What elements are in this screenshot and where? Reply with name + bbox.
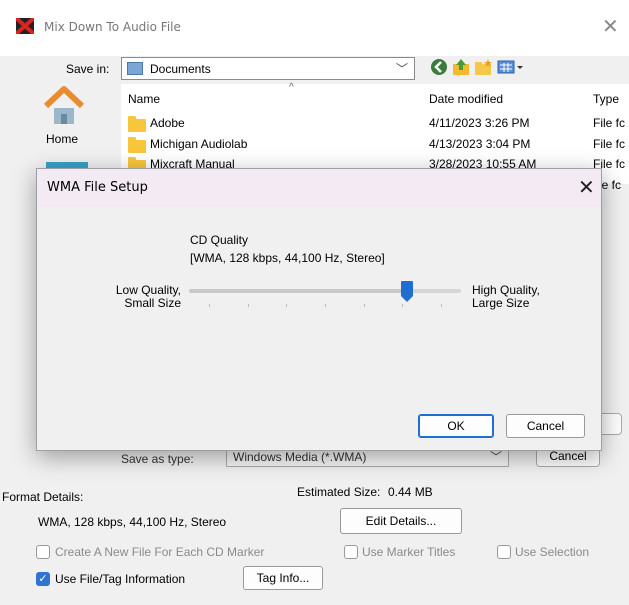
use-marker-titles-checkbox[interactable] <box>344 545 358 559</box>
column-header-name[interactable]: Name <box>128 92 160 106</box>
sort-ascending-icon: ^ <box>289 82 294 93</box>
wma-title-bar: WMA File Setup ✕ <box>37 169 601 207</box>
format-details-label: Format Details: <box>2 490 84 504</box>
new-file-per-marker-checkbox[interactable] <box>36 545 50 559</box>
file-date: 4/13/2023 3:04 PM <box>429 137 531 151</box>
high-quality-label: High Quality, Large Size <box>472 283 540 310</box>
tag-info-button[interactable]: Tag Info... <box>243 566 323 590</box>
wma-cancel-button[interactable]: Cancel <box>506 414 585 438</box>
up-folder-icon[interactable] <box>452 58 470 76</box>
folder-icon <box>128 116 146 132</box>
window-title: Mix Down To Audio File <box>44 20 181 34</box>
quality-description: [WMA, 128 kbps, 44,100 Hz, Stereo] <box>190 251 385 265</box>
estimated-size-label: Estimated Size: <box>297 485 381 499</box>
estimated-size-value: 0.44 MB <box>388 485 433 499</box>
documents-folder-icon <box>127 62 143 75</box>
quality-slider-thumb[interactable] <box>400 281 413 303</box>
save-in-label: Save in: <box>66 62 110 76</box>
save-as-type-label: Save as type: <box>121 452 194 466</box>
quality-slider-fill <box>189 289 407 293</box>
folder-icon <box>128 137 146 153</box>
wma-dialog-title: WMA File Setup <box>47 180 148 195</box>
use-marker-titles-label[interactable]: Use Marker Titles <box>362 545 455 559</box>
ok-button[interactable]: OK <box>418 414 494 438</box>
use-file-tag-info-label[interactable]: Use File/Tag Information <box>55 572 185 586</box>
use-file-tag-info-checkbox[interactable]: ✓ <box>36 572 50 586</box>
wma-file-setup-dialog: WMA File Setup ✕ CD Quality [WMA, 128 kb… <box>36 168 602 451</box>
slider-tick <box>247 304 249 307</box>
save-in-combo[interactable]: Documents ﹀ <box>121 57 415 80</box>
slider-tick <box>363 304 365 307</box>
slider-tick <box>402 304 404 307</box>
format-details-value: WMA, 128 kbps, 44,100 Hz, Stereo <box>38 515 227 529</box>
use-selection-checkbox[interactable] <box>497 545 511 559</box>
file-name: Michigan Audiolab <box>150 137 248 151</box>
slider-tick <box>209 304 210 307</box>
wma-close-button[interactable]: ✕ <box>578 175 595 199</box>
file-type: File fc <box>593 116 626 130</box>
close-button[interactable]: ✕ <box>602 14 619 38</box>
file-date: 4/11/2023 3:26 PM <box>429 116 530 130</box>
view-menu-icon[interactable] <box>497 58 525 76</box>
new-file-per-marker-label[interactable]: Create A New File For Each CD Marker <box>55 545 264 559</box>
file-type-partial: le fc <box>599 178 622 192</box>
file-name: Adobe <box>150 116 185 130</box>
back-icon[interactable] <box>430 58 448 76</box>
slider-tick <box>325 304 326 307</box>
use-selection-label[interactable]: Use Selection <box>515 545 589 559</box>
chevron-down-icon: ﹀ <box>395 62 408 76</box>
edit-details-button[interactable]: Edit Details... <box>340 508 462 534</box>
save-in-value: Documents <box>150 62 211 76</box>
slider-tick <box>286 304 288 307</box>
save-as-type-value: Windows Media (*.WMA) <box>233 450 367 464</box>
app-icon <box>16 18 34 34</box>
column-header-date[interactable]: Date modified <box>429 92 503 106</box>
file-type: File fc <box>593 137 626 151</box>
column-header-type[interactable]: Type <box>593 92 619 106</box>
slider-tick <box>441 304 442 307</box>
home-place-label[interactable]: Home <box>46 132 78 146</box>
home-icon[interactable] <box>43 84 85 131</box>
quality-title: CD Quality <box>190 233 249 247</box>
low-quality-label: Low Quality, Small Size <box>115 283 181 310</box>
new-folder-icon[interactable] <box>474 58 492 76</box>
